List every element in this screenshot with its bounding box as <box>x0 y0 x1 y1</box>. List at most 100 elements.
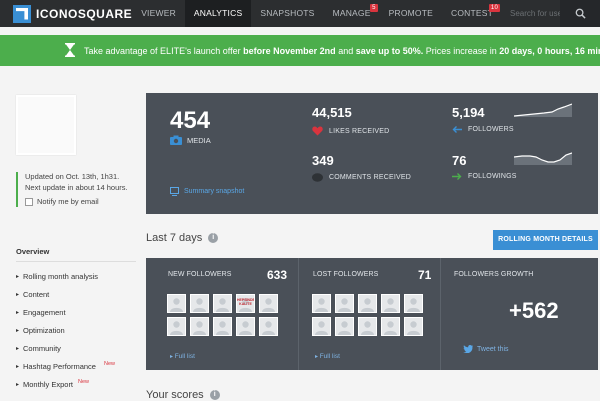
nav-contest[interactable]: CONTEST 10 <box>442 0 502 27</box>
lost-followers-thumbnails <box>312 294 423 336</box>
sidebar-item-overview[interactable]: Overview <box>16 247 136 262</box>
your-scores-heading: Your scores i <box>146 389 220 401</box>
twitter-icon <box>463 345 473 353</box>
new-followers-column: NEW FOLLOWERS 633 HEPSİNDE KALİTE Full l… <box>146 258 298 370</box>
user-avatar-icon <box>359 295 376 312</box>
arrow-left-icon <box>452 126 462 133</box>
follower-thumbnail[interactable] <box>190 294 209 313</box>
lost-followers-title: LOST FOLLOWERS <box>313 271 379 278</box>
follower-thumbnail[interactable] <box>167 294 186 313</box>
brand-logo[interactable]: ICONOSQUARE <box>13 4 133 23</box>
follower-thumbnail[interactable] <box>213 317 232 336</box>
user-avatar-icon <box>405 318 422 335</box>
user-avatar-icon <box>313 318 330 335</box>
user-avatar-icon <box>313 295 330 312</box>
user-avatar-icon <box>191 295 208 312</box>
comments-label: COMMENTS RECEIVED <box>312 173 411 182</box>
weekly-followers-panel: NEW FOLLOWERS 633 HEPSİNDE KALİTE Full l… <box>146 258 598 370</box>
sidebar-item-optimization[interactable]: Optimization <box>16 322 136 340</box>
sidebar-item-monthly-export[interactable]: Monthly ExportNew <box>16 376 136 394</box>
likes-label: LIKES RECEIVED <box>312 126 389 136</box>
follower-thumbnail[interactable] <box>312 294 331 313</box>
user-avatar-icon <box>405 295 422 312</box>
user-avatar-icon <box>214 318 231 335</box>
follower-thumbnail[interactable] <box>404 294 423 313</box>
promo-text: Take advantage of ELITE's launch offer b… <box>84 45 600 56</box>
user-avatar-icon <box>382 318 399 335</box>
comments-count: 349 <box>312 153 334 168</box>
summary-snapshot-link[interactable]: Summary snapshot <box>170 187 244 196</box>
promo-banner[interactable]: Take advantage of ELITE's launch offer b… <box>0 35 600 66</box>
top-navigation: ICONOSQUARE VIEWER ANALYTICS SNAPSHOTS M… <box>0 0 600 27</box>
follower-thumbnail[interactable] <box>335 294 354 313</box>
media-label: MEDIA <box>170 135 211 145</box>
user-avatar-icon <box>260 295 277 312</box>
stats-panel: 454 MEDIA Summary snapshot 44,515 LIKES … <box>146 93 598 214</box>
notify-option[interactable]: Notify me by email <box>25 197 136 207</box>
user-avatar-icon <box>336 318 353 335</box>
avatar[interactable] <box>16 95 76 155</box>
logo-icon <box>13 4 31 23</box>
media-count: 454 <box>170 107 211 134</box>
info-icon[interactable]: i <box>208 233 219 243</box>
notify-checkbox[interactable] <box>25 198 33 206</box>
rolling-month-details-button[interactable]: ROLLING MONTH DETAILS <box>493 230 598 250</box>
new-followers-thumbnails: HEPSİNDE KALİTE <box>167 294 278 336</box>
comment-icon <box>312 173 323 182</box>
user-avatar-icon <box>237 318 254 335</box>
new-followers-full-list-link[interactable]: Full list <box>170 353 195 360</box>
sidebar-item-content[interactable]: Content <box>16 286 136 304</box>
follower-thumbnail[interactable] <box>213 294 232 313</box>
camera-icon <box>170 135 182 145</box>
lost-followers-count: 71 <box>418 268 432 282</box>
likes-count: 44,515 <box>312 105 352 120</box>
followers-label: FOLLOWERS <box>452 126 514 133</box>
follower-thumbnail[interactable] <box>381 317 400 336</box>
nav-analytics[interactable]: ANALYTICS <box>184 0 252 27</box>
nav-manage[interactable]: MANAGE 5 <box>324 0 380 27</box>
follower-thumbnail[interactable] <box>312 317 331 336</box>
hourglass-icon <box>65 43 75 57</box>
sidebar-item-rolling-month[interactable]: Rolling month analysis <box>16 268 136 286</box>
lost-followers-column: LOST FOLLOWERS 71 Full list <box>298 258 440 370</box>
user-avatar-icon <box>214 295 231 312</box>
notify-label: Notify me by email <box>37 197 99 206</box>
user-avatar-icon <box>260 318 277 335</box>
sidebar-item-community[interactable]: Community <box>16 340 136 358</box>
user-avatar-icon <box>359 318 376 335</box>
follower-thumbnail[interactable] <box>381 294 400 313</box>
user-avatar-icon <box>191 318 208 335</box>
next-update-text: Next update in about 14 hours. <box>25 183 128 192</box>
followings-count: 76 <box>452 153 467 168</box>
nav-promote[interactable]: PROMOTE <box>380 0 442 27</box>
follower-thumbnail[interactable] <box>358 294 377 313</box>
follower-thumbnail[interactable]: HEPSİNDE KALİTE <box>236 294 255 313</box>
followers-growth-value: +562 <box>509 298 559 323</box>
follower-thumbnail[interactable] <box>190 317 209 336</box>
contest-badge: 10 <box>488 4 500 12</box>
nav-snapshots[interactable]: SNAPSHOTS <box>251 0 323 27</box>
info-icon[interactable]: i <box>209 390 220 400</box>
new-followers-count: 633 <box>267 268 288 282</box>
follower-thumbnail[interactable] <box>335 317 354 336</box>
user-avatar-icon <box>336 295 353 312</box>
follower-thumbnail[interactable] <box>404 317 423 336</box>
sidebar-item-hashtag-performance[interactable]: Hashtag PerformanceNew <box>16 358 136 376</box>
new-followers-title: NEW FOLLOWERS <box>168 271 232 278</box>
tweet-this-link[interactable]: Tweet this <box>463 345 509 353</box>
sidebar-item-engagement[interactable]: Engagement <box>16 304 136 322</box>
followers-growth-column: FOLLOWERS GROWTH +562 Tweet this <box>440 258 598 370</box>
brand-name: ICONOSQUARE <box>36 6 133 21</box>
lost-followers-full-list-link[interactable]: Full list <box>315 353 340 360</box>
follower-thumbnail[interactable] <box>236 317 255 336</box>
nav-viewer[interactable]: VIEWER <box>132 0 185 27</box>
follower-thumbnail[interactable] <box>259 294 278 313</box>
search-icon <box>575 8 586 19</box>
followings-label: FOLLOWINGS <box>452 173 517 180</box>
search-button[interactable] <box>560 0 600 27</box>
followers-growth-title: FOLLOWERS GROWTH <box>454 271 534 278</box>
follower-thumbnail[interactable] <box>358 317 377 336</box>
follower-thumbnail[interactable] <box>167 317 186 336</box>
update-info: Updated on Oct. 13th, 1h31. Next update … <box>16 172 136 207</box>
follower-thumbnail[interactable] <box>259 317 278 336</box>
